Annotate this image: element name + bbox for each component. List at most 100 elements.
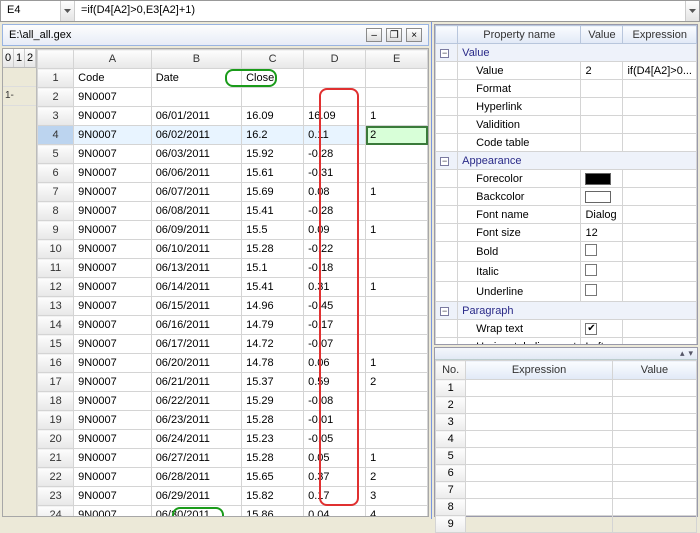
collapse-toggle-icon[interactable]: − <box>440 157 449 166</box>
cell[interactable]: 0.05 <box>304 449 366 468</box>
row-header[interactable]: 6 <box>38 164 74 183</box>
cell[interactable]: 06/01/2011 <box>151 107 241 126</box>
cell[interactable]: 06/29/2011 <box>151 487 241 506</box>
window-restore-button[interactable]: ❐ <box>386 28 402 42</box>
col-header-D[interactable]: D <box>304 50 366 69</box>
cell[interactable]: 9N0007 <box>74 354 152 373</box>
row-header[interactable]: 5 <box>38 145 74 164</box>
property-panel[interactable]: Property name Value Expression −Value Va… <box>434 24 698 345</box>
cell[interactable] <box>366 392 428 411</box>
row-header[interactable]: 24 <box>38 506 74 517</box>
cell[interactable]: 2 <box>366 468 428 487</box>
cell[interactable]: 1 <box>366 449 428 468</box>
cell[interactable]: 14.72 <box>242 335 304 354</box>
cell[interactable]: 9N0007 <box>74 221 152 240</box>
row-header[interactable]: 7 <box>38 183 74 202</box>
cell[interactable]: 1 <box>366 183 428 202</box>
row-header[interactable]: 8 <box>38 202 74 221</box>
cell[interactable] <box>366 316 428 335</box>
row-header[interactable]: 12 <box>38 278 74 297</box>
cell[interactable]: 06/09/2011 <box>151 221 241 240</box>
cell[interactable]: 9N0007 <box>74 164 152 183</box>
expr-cell[interactable] <box>466 414 613 431</box>
cell[interactable]: 16.2 <box>242 126 304 145</box>
cell[interactable] <box>151 88 241 107</box>
cell[interactable]: 2 <box>366 126 428 145</box>
cell[interactable]: 9N0007 <box>74 278 152 297</box>
cell[interactable]: 4 <box>366 506 428 517</box>
cell-reference-box[interactable]: E4 <box>1 1 61 21</box>
expr-cell[interactable] <box>466 516 613 533</box>
prop-category-paragraph[interactable]: Paragraph <box>458 302 697 320</box>
expr-value-cell[interactable] <box>612 465 696 482</box>
window-minimize-button[interactable]: – <box>366 28 382 42</box>
cell[interactable]: 15.69 <box>242 183 304 202</box>
cell[interactable]: -0.28 <box>304 202 366 221</box>
cell[interactable]: 0.06 <box>304 354 366 373</box>
cell[interactable] <box>366 297 428 316</box>
cell[interactable]: -0.18 <box>304 259 366 278</box>
row-header[interactable]: 1 <box>38 69 74 88</box>
cell[interactable]: 1 <box>366 221 428 240</box>
cell[interactable] <box>366 411 428 430</box>
cell[interactable]: 14.96 <box>242 297 304 316</box>
cell[interactable]: 15.5 <box>242 221 304 240</box>
cell[interactable]: 06/08/2011 <box>151 202 241 221</box>
checkbox[interactable] <box>585 264 597 276</box>
cell[interactable]: 15.41 <box>242 202 304 221</box>
cell[interactable]: -0.05 <box>304 430 366 449</box>
prop-expr[interactable] <box>623 116 697 134</box>
row-header[interactable]: 13 <box>38 297 74 316</box>
cell[interactable]: Date <box>151 69 241 88</box>
cell[interactable]: 15.41 <box>242 278 304 297</box>
row-header[interactable]: 18 <box>38 392 74 411</box>
prop-expr[interactable] <box>623 98 697 116</box>
prop-value[interactable]: Dialog <box>581 206 623 224</box>
cell[interactable]: 06/16/2011 <box>151 316 241 335</box>
cell-ref-dropdown[interactable] <box>61 1 75 21</box>
cell[interactable]: 9N0007 <box>74 297 152 316</box>
cell[interactable]: 15.92 <box>242 145 304 164</box>
outline-gutter[interactable]: 0 1 2 1- 1- <box>3 49 37 516</box>
cell[interactable]: 06/17/2011 <box>151 335 241 354</box>
cell[interactable]: 06/20/2011 <box>151 354 241 373</box>
cell[interactable]: 15.29 <box>242 392 304 411</box>
collapse-toggle-icon[interactable]: − <box>440 307 449 316</box>
cell[interactable] <box>366 202 428 221</box>
cell[interactable]: 3 <box>366 487 428 506</box>
cell[interactable]: 16.09 <box>242 107 304 126</box>
color-swatch[interactable] <box>585 173 611 185</box>
cell[interactable]: 15.37 <box>242 373 304 392</box>
cell[interactable]: -0.45 <box>304 297 366 316</box>
cell[interactable]: 0.08 <box>304 183 366 202</box>
row-header[interactable]: 15 <box>38 335 74 354</box>
collapse-toggle-icon[interactable]: − <box>440 49 449 58</box>
cell[interactable]: 16.09 <box>304 107 366 126</box>
expr-value-cell[interactable] <box>612 499 696 516</box>
cell[interactable]: 06/30/2011 <box>151 506 241 517</box>
prop-value[interactable]: ✔ <box>581 320 623 338</box>
cell[interactable]: 14.79 <box>242 316 304 335</box>
cell[interactable] <box>366 430 428 449</box>
row-header[interactable]: 21 <box>38 449 74 468</box>
corner-header[interactable] <box>38 50 74 69</box>
cell[interactable]: 06/15/2011 <box>151 297 241 316</box>
cell[interactable]: 9N0007 <box>74 145 152 164</box>
expr-cell[interactable] <box>466 431 613 448</box>
cell[interactable]: 06/22/2011 <box>151 392 241 411</box>
cell[interactable] <box>366 240 428 259</box>
cell[interactable]: 9N0007 <box>74 373 152 392</box>
cell[interactable]: 06/02/2011 <box>151 126 241 145</box>
cell[interactable]: 06/21/2011 <box>151 373 241 392</box>
cell[interactable]: 15.28 <box>242 240 304 259</box>
cell[interactable] <box>304 69 366 88</box>
cell[interactable]: 06/10/2011 <box>151 240 241 259</box>
cell[interactable]: 0.09 <box>304 221 366 240</box>
cell[interactable]: 9N0007 <box>74 126 152 145</box>
cell[interactable]: 06/07/2011 <box>151 183 241 202</box>
cell[interactable]: 06/13/2011 <box>151 259 241 278</box>
cell[interactable]: -0.31 <box>304 164 366 183</box>
expr-value-cell[interactable] <box>612 380 696 397</box>
expression-panel[interactable]: ▴ ▾ No. Expression Value 123456789 <box>434 347 698 517</box>
cell[interactable] <box>366 88 428 107</box>
